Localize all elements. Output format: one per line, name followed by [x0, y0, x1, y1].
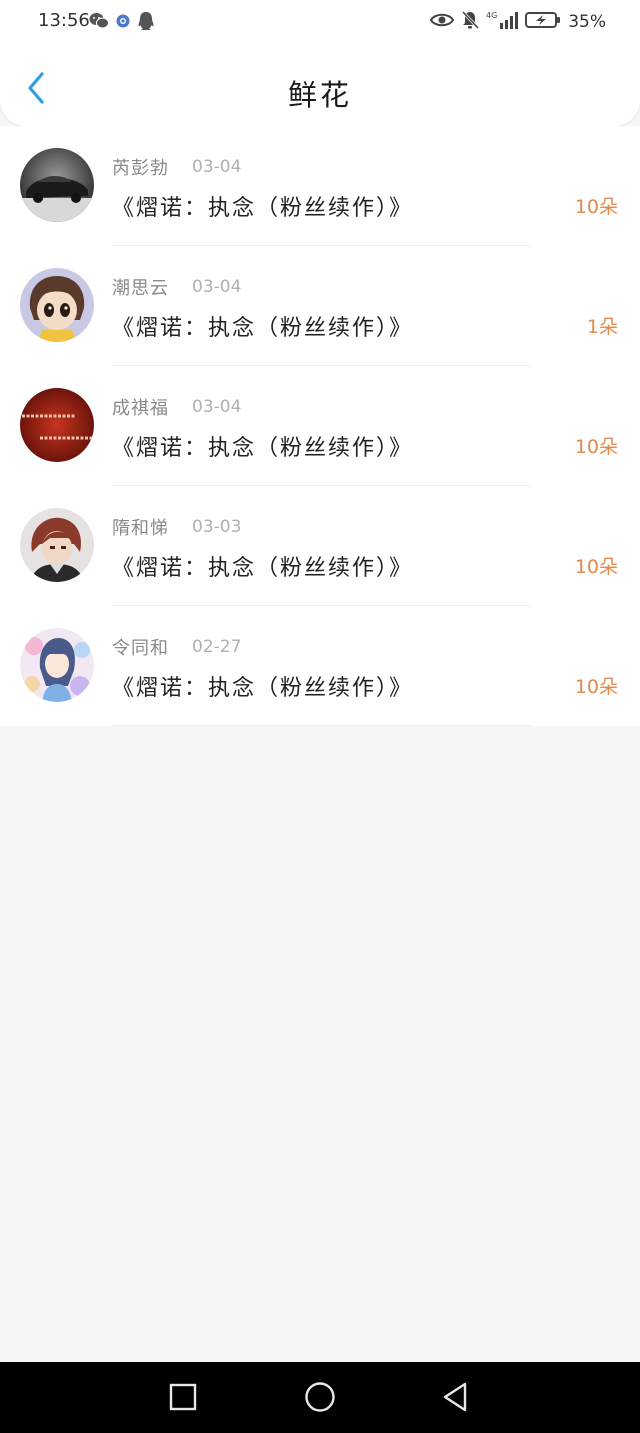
book-title: 《熠诺：执念（粉丝续作）》: [112, 436, 414, 461]
recent-apps-icon: [169, 1383, 197, 1415]
home-icon: [304, 1381, 336, 1417]
gift-date: 03-04: [192, 157, 242, 177]
avatar[interactable]: [20, 388, 94, 462]
recent-apps-button[interactable]: [166, 1382, 200, 1416]
user-name: 令同和: [112, 638, 169, 659]
signal-4g-icon: 4G: [486, 10, 519, 34]
list-item[interactable]: 令同和 02-27 《熠诺：执念（粉丝续作）》 10朵: [0, 606, 640, 726]
status-left-icons: [89, 11, 155, 35]
battery-percent: 35%: [568, 12, 606, 32]
home-button[interactable]: [303, 1382, 337, 1416]
flower-list: 芮彭勃 03-04 《熠诺：执念（粉丝续作）》 10朵 潮思云 03-04 《熠…: [0, 126, 640, 726]
system-back-button[interactable]: [438, 1382, 472, 1416]
flower-count: 1朵: [586, 316, 618, 338]
wechat-icon: [89, 12, 109, 34]
page-title: 鲜花: [287, 78, 352, 112]
list-item[interactable]: 芮彭勃 03-04 《熠诺：执念（粉丝续作）》 10朵: [0, 126, 640, 246]
list-item[interactable]: 隋和悌 03-03 《熠诺：执念（粉丝续作）》 10朵: [0, 486, 640, 606]
list-item[interactable]: 潮思云 03-04 《熠诺：执念（粉丝续作）》 1朵: [0, 246, 640, 366]
gift-date: 03-03: [192, 517, 242, 537]
svg-text:4G: 4G: [486, 11, 497, 20]
book-title: 《熠诺：执念（粉丝续作）》: [112, 316, 414, 341]
gift-date: 02-27: [192, 637, 242, 657]
gift-date: 03-04: [192, 397, 242, 417]
flower-count: 10朵: [574, 436, 618, 458]
flower-count: 10朵: [574, 676, 618, 698]
avatar[interactable]: [20, 268, 94, 342]
user-name: 芮彭勃: [112, 158, 169, 179]
list-item[interactable]: 成祺福 03-04 《熠诺：执念（粉丝续作）》 10朵: [0, 366, 640, 486]
status-time: 13:56: [38, 10, 90, 31]
user-name: 隋和悌: [112, 518, 169, 539]
avatar[interactable]: [20, 628, 94, 702]
status-bar: 13:56 4G 35%: [0, 0, 640, 44]
browser-icon: [115, 13, 131, 33]
system-nav-bar: [0, 1362, 640, 1433]
gift-date: 03-04: [192, 277, 242, 297]
flower-count: 10朵: [574, 196, 618, 218]
user-name: 潮思云: [112, 278, 169, 299]
header: 13:56 4G 35% 鲜花: [0, 0, 640, 126]
back-triangle-icon: [441, 1382, 469, 1416]
nav-bar: 鲜花: [0, 50, 640, 126]
qq-icon: [137, 11, 155, 35]
flower-count: 10朵: [574, 556, 618, 578]
user-name: 成祺福: [112, 398, 169, 419]
avatar[interactable]: [20, 148, 94, 222]
book-title: 《熠诺：执念（粉丝续作）》: [112, 196, 414, 221]
avatar[interactable]: [20, 508, 94, 582]
eye-icon: [430, 12, 455, 32]
book-title: 《熠诺：执念（粉丝续作）》: [112, 556, 414, 581]
book-title: 《熠诺：执念（粉丝续作）》: [112, 676, 414, 701]
mute-bell-icon: [461, 10, 480, 34]
divider: [112, 725, 532, 726]
battery-icon: [525, 10, 561, 34]
status-right-icons: 4G 35%: [430, 10, 606, 34]
